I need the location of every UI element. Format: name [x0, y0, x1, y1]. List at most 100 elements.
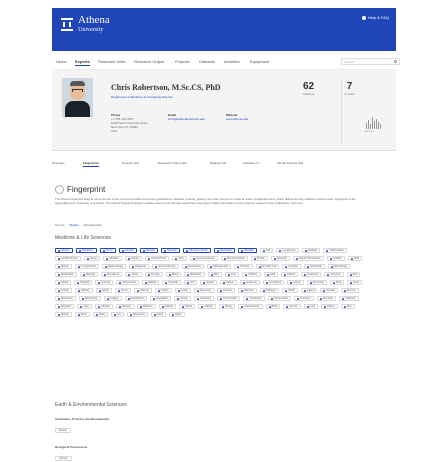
fingerprint-tag[interactable]: Asthma — [158, 304, 177, 309]
h-index-metric[interactable]: 7 h-index — [337, 81, 362, 96]
fingerprint-tag[interactable]: Clinical Trials — [145, 256, 170, 261]
fingerprint-tag[interactable]: Mouse — [55, 264, 72, 269]
tab-fingerprint[interactable]: Fingerprint — [83, 161, 99, 167]
fingerprint-tag[interactable]: Prevalence — [100, 272, 123, 277]
fingerprint-tag[interactable]: Bacteria — [238, 288, 257, 293]
fingerprint-tag[interactable]: Microscopy — [78, 296, 101, 301]
fingerprint-tag[interactable]: Cohort — [287, 280, 304, 285]
fingerprint-tag[interactable]: Stroke — [179, 304, 196, 309]
nav-experts[interactable]: Experts — [75, 59, 90, 66]
fingerprint-tag[interactable]: Adhesion — [339, 296, 359, 301]
fingerprint-tag[interactable]: Pregnancy — [126, 312, 148, 317]
fingerprint-tag[interactable]: Genome — [216, 288, 236, 293]
fingerprint-tag[interactable]: Fibrosis — [95, 304, 114, 309]
fingerprint-tag[interactable]: Injury — [77, 304, 93, 309]
department-link[interactable]: Department of Medicine & Computing Scien… — [111, 95, 173, 99]
fingerprint-tag[interactable]: Muscle — [55, 312, 72, 317]
fingerprint-tag[interactable]: Migration — [55, 304, 75, 309]
fingerprint-tag[interactable]: Pathogenesis — [207, 264, 232, 269]
fingerprint-tag[interactable]: Malaria — [142, 280, 160, 285]
tab-overview[interactable]: Overview — [52, 161, 65, 165]
fingerprint-tag[interactable]: Genes — [83, 256, 101, 261]
fingerprint-tag[interactable]: Therapy — [144, 272, 163, 277]
fingerprint-tag[interactable]: Culture — [154, 288, 172, 293]
fingerprint-tag[interactable]: Transfection — [181, 264, 205, 269]
fingerprint-tag[interactable]: Homeostasis — [267, 296, 292, 301]
fingerprint-tag[interactable]: Ligand — [300, 288, 318, 293]
fingerprint-tag[interactable]: Pathogen — [259, 288, 280, 293]
sort-alphabetically[interactable]: Alphabetically — [83, 223, 102, 227]
fingerprint-tag[interactable]: Antigen — [124, 256, 143, 261]
fingerprint-tag[interactable]: Screening — [306, 280, 327, 285]
tag-protein[interactable]: Protein — [55, 428, 71, 433]
fingerprint-tag[interactable]: HIV — [184, 280, 198, 285]
fingerprint-tag[interactable]: Protein — [250, 256, 268, 261]
fingerprint-tag[interactable]: Cancer — [219, 280, 237, 285]
fingerprint-tag[interactable]: Kinase — [174, 296, 192, 301]
tab-more[interactable]: ... — [328, 161, 331, 165]
fingerprint-tag[interactable]: Strain — [282, 288, 298, 293]
athena-logo[interactable]: Athena University — [61, 15, 110, 33]
fingerprint-tag[interactable]: Imaging — [103, 296, 122, 301]
fingerprint-tag[interactable]: Blood — [165, 272, 182, 277]
fingerprint-tag[interactable]: Diagnosis — [129, 264, 150, 269]
sort-weight[interactable]: Weight — [69, 223, 78, 227]
nav-home[interactable]: Home — [56, 59, 67, 64]
fingerprint-tag[interactable]: Mutation — [103, 256, 122, 261]
fingerprint-tag[interactable]: Safety — [95, 288, 113, 293]
fingerprint-tag[interactable]: Sepsis — [200, 280, 217, 285]
fingerprint-tag[interactable]: Membrane — [55, 296, 76, 301]
fingerprint-tag[interactable]: Metabolism — [55, 272, 77, 277]
fingerprint-tag[interactable]: Outcome — [324, 272, 344, 277]
fingerprint-tag[interactable]: Apoptosis — [194, 296, 215, 301]
fingerprint-tag[interactable]: Treatment — [301, 272, 322, 277]
tab-similar-experts[interactable]: Similar Experts (16) — [277, 161, 303, 165]
fingerprint-tag[interactable]: Arthritis — [198, 304, 216, 309]
fingerprint-tag[interactable]: Neuron — [283, 304, 301, 309]
fingerprint-tag[interactable]: Vaccination — [213, 248, 236, 253]
fingerprint-tag[interactable]: Cell — [259, 248, 274, 253]
fingerprint-tag[interactable]: Kidney — [321, 304, 338, 309]
citations-metric[interactable]: 62 Citations — [296, 81, 321, 96]
fingerprint-tag[interactable]: Immunotherapy — [152, 264, 179, 269]
fingerprint-tag[interactable]: Survival — [95, 280, 114, 285]
fingerprint-tag[interactable]: Lymphocyte — [276, 248, 299, 253]
tab-datasets[interactable]: Datasets (6) — [210, 161, 226, 165]
fingerprint-tag[interactable]: Influenza Human — [182, 248, 211, 253]
fingerprint-tag[interactable]: Transcription — [217, 296, 241, 301]
fingerprint-tag[interactable]: Infant — [150, 312, 167, 317]
fingerprint-tag[interactable]: DNA — [347, 256, 363, 261]
nav-research-output[interactable]: Research Output — [134, 59, 164, 64]
fingerprint-tag[interactable]: Population — [75, 248, 97, 253]
fingerprint-tag[interactable]: Plasma — [134, 288, 152, 293]
fingerprint-tag[interactable]: Staining — [79, 272, 98, 277]
fingerprint-tag[interactable]: Mortality — [238, 248, 257, 253]
fingerprint-tag[interactable]: Tissue — [125, 272, 142, 277]
fingerprint-tag[interactable]: Peptide — [320, 288, 338, 293]
fingerprint-tag[interactable]: Biomarker — [184, 272, 205, 277]
fingerprint-tag[interactable]: Autoimmunity — [238, 304, 263, 309]
fingerprint-tag[interactable]: Assay — [174, 288, 191, 293]
fingerprint-tag[interactable]: Neutrophil — [304, 264, 325, 269]
fingerprint-tag[interactable]: Aging — [169, 312, 185, 317]
search-icon[interactable] — [394, 60, 397, 63]
fingerprint-tag[interactable]: Leukemia — [239, 280, 260, 285]
nav-projects[interactable]: Projects — [175, 59, 189, 64]
fingerprint-tag[interactable]: Proteins — [234, 264, 253, 269]
fingerprint-tag[interactable]: Diabetes — [136, 304, 156, 309]
fingerprint-tag[interactable]: Tumor — [99, 248, 116, 253]
fingerprint-tag[interactable]: Epidemiology — [102, 264, 127, 269]
nav-datasets[interactable]: Datasets — [199, 59, 215, 64]
fingerprint-tag[interactable]: Endothelium — [124, 296, 148, 301]
fingerprint-tag[interactable]: Infection — [118, 248, 138, 253]
fingerprint-tag[interactable]: Regulation — [150, 296, 172, 301]
tag-vaccine[interactable]: Vaccine — [55, 456, 72, 461]
help-link[interactable]: Help & FAQ — [361, 15, 389, 20]
fingerprint-tag[interactable]: Patient — [281, 272, 299, 277]
fingerprint-tag[interactable]: Lung — [303, 304, 319, 309]
tab-projects[interactable]: Projects (12) — [122, 161, 139, 165]
fingerprint-tag[interactable]: Disease — [140, 248, 159, 253]
fingerprint-tag[interactable]: Risk — [346, 272, 361, 277]
fingerprint-tag[interactable]: Inhibitor — [326, 256, 345, 261]
tab-research-output[interactable]: Research Output (26) — [158, 161, 187, 165]
